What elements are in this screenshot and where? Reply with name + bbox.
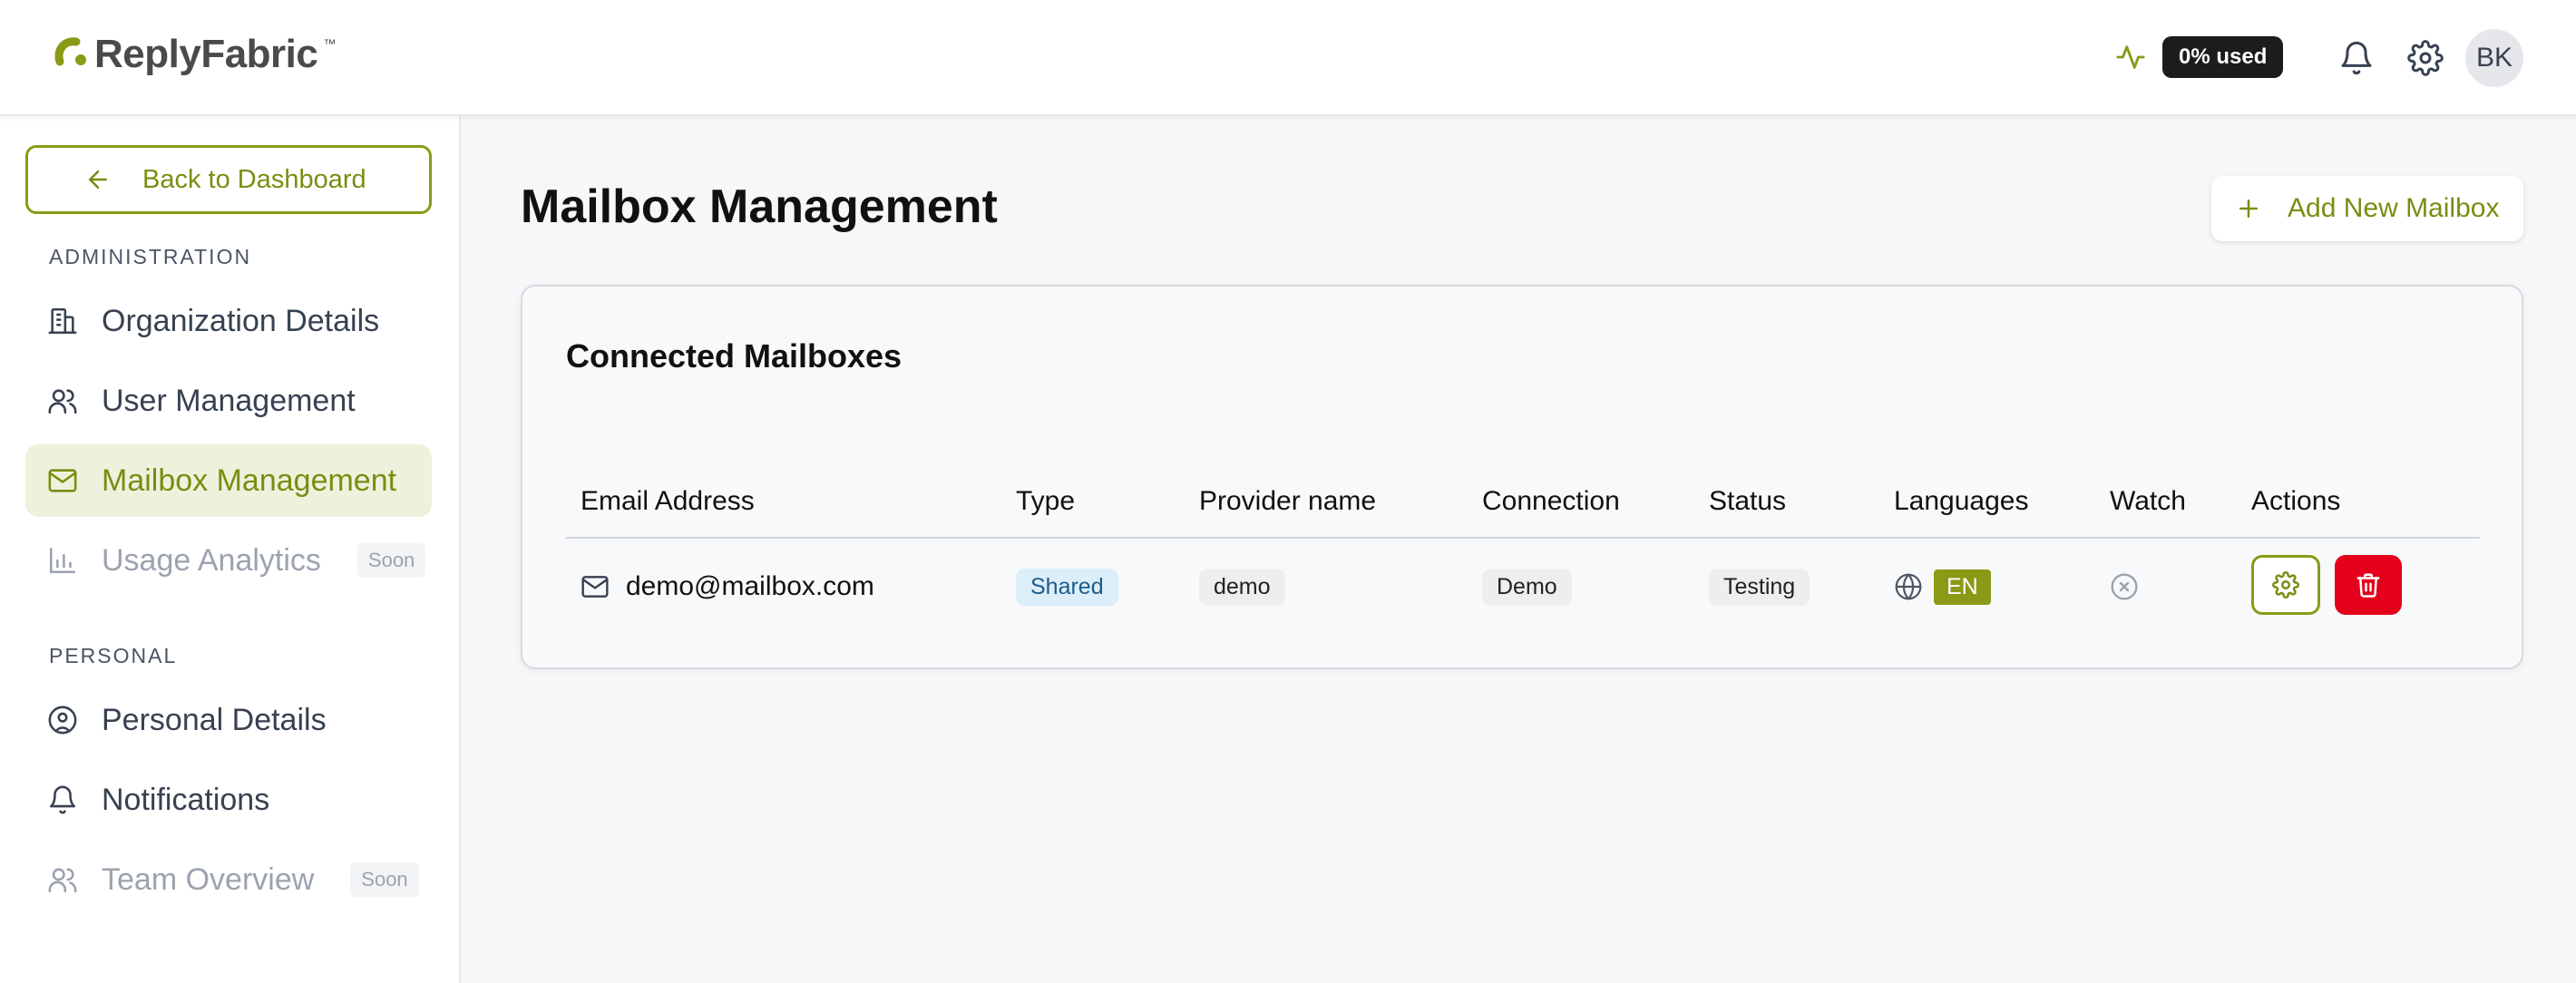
email-address: demo@mailbox.com [626, 571, 874, 601]
section-label-personal: PERSONAL [49, 644, 178, 667]
plus-icon [2239, 200, 2258, 218]
status-cell: Testing [1709, 564, 1810, 609]
logo-mark-icon [54, 37, 86, 66]
connection-cell: Demo [1482, 564, 1572, 609]
column-header-connection: Connection [1482, 486, 1620, 516]
provider-badge: demo [1199, 568, 1285, 606]
trash-icon [2356, 573, 2380, 598]
connection-badge: Demo [1482, 568, 1572, 606]
back-button-label: Back to Dashboard [142, 164, 366, 194]
section-label-administration: ADMINISTRATION [49, 245, 252, 268]
column-header-email: Email Address [581, 486, 755, 516]
provider-cell: demo [1199, 564, 1285, 609]
status-badge: Testing [1709, 568, 1810, 606]
globe-icon [1895, 573, 1922, 600]
soon-badge: Soon [356, 543, 426, 578]
sidebar: Back to Dashboard ADMINISTRATION Organiz… [0, 116, 461, 983]
languages-cell: EN [1894, 564, 1991, 609]
column-header-languages: Languages [1894, 486, 2029, 516]
sidebar-item-label: Personal Details [102, 702, 327, 737]
table-header-divider [566, 537, 2480, 539]
sidebar-item-team-overview: Team Overview Soon [25, 843, 432, 916]
column-header-status: Status [1709, 486, 1787, 516]
bell-icon [49, 785, 76, 814]
delete-mailbox-button[interactable] [2335, 555, 2402, 615]
column-header-provider: Provider name [1199, 486, 1377, 516]
sidebar-item-label: Notifications [102, 782, 270, 817]
page-title: Mailbox Management [521, 180, 998, 233]
soon-badge: Soon [350, 862, 419, 897]
mail-icon [48, 469, 77, 492]
connected-mailboxes-card: Connected Mailboxes Email Address Type P… [521, 285, 2523, 669]
gear-icon [2272, 571, 2299, 599]
gear-icon[interactable] [2407, 40, 2444, 76]
sidebar-item-label: Usage Analytics [102, 542, 321, 578]
add-button-label: Add New Mailbox [2288, 193, 2500, 223]
usage-indicator[interactable]: 0% used [2115, 36, 2284, 78]
sidebar-item-usage-analytics: Usage Analytics Soon [25, 524, 432, 597]
bell-icon[interactable] [2338, 40, 2375, 76]
users-icon [48, 389, 77, 414]
x-circle-icon [2111, 573, 2138, 600]
email-cell: demo@mailbox.com [581, 564, 874, 609]
card-title: Connected Mailboxes [566, 337, 903, 375]
bar-chart-icon [49, 547, 76, 574]
watch-cell[interactable] [2110, 564, 2139, 609]
type-badge: Shared [1016, 568, 1118, 606]
sidebar-item-personal-details[interactable]: Personal Details [25, 684, 432, 756]
brand-trademark: ™ [323, 36, 337, 51]
users-icon [48, 868, 77, 893]
sidebar-item-label: User Management [102, 383, 356, 418]
sidebar-item-label: Team Overview [102, 861, 315, 897]
building-icon [48, 307, 77, 335]
user-avatar[interactable]: BK [2465, 29, 2523, 87]
column-header-watch: Watch [2110, 486, 2186, 516]
arrow-left-icon [89, 170, 107, 189]
usage-badge: 0% used [2162, 36, 2284, 78]
type-cell: Shared [1016, 564, 1118, 609]
brand-name: ReplyFabric [94, 32, 318, 76]
mail-icon [581, 576, 609, 598]
top-header: ReplyFabric ™ 0% used BK [0, 0, 2576, 116]
column-header-type: Type [1016, 486, 1076, 516]
sidebar-item-label: Mailbox Management [102, 462, 397, 498]
sidebar-item-user-management[interactable]: User Management [25, 365, 432, 437]
add-new-mailbox-button[interactable]: Add New Mailbox [2211, 176, 2523, 241]
sidebar-item-label: Organization Details [102, 303, 380, 338]
sidebar-item-notifications[interactable]: Notifications [25, 764, 432, 836]
user-circle-icon [48, 706, 77, 735]
mailbox-settings-button[interactable] [2251, 555, 2320, 615]
language-badge: EN [1934, 569, 1991, 605]
back-to-dashboard-button[interactable]: Back to Dashboard [25, 145, 432, 214]
sidebar-item-organization-details[interactable]: Organization Details [25, 285, 432, 357]
brand-logo[interactable]: ReplyFabric ™ [53, 29, 336, 80]
sidebar-item-mailbox-management[interactable]: Mailbox Management [25, 444, 432, 517]
activity-icon [2116, 45, 2145, 69]
column-header-actions: Actions [2251, 486, 2341, 516]
